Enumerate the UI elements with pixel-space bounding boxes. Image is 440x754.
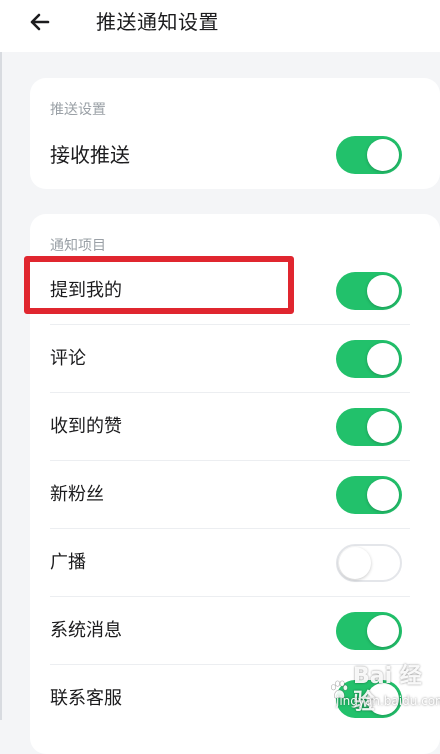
system-messages-toggle[interactable] — [336, 612, 402, 650]
receive-push-toggle[interactable] — [336, 136, 402, 174]
toggle-knob — [367, 411, 399, 443]
row-likes-received[interactable]: 收到的赞 — [30, 393, 440, 461]
broadcast-toggle[interactable] — [336, 544, 402, 582]
row-label: 广播 — [50, 552, 86, 573]
mentions-toggle[interactable] — [336, 272, 402, 310]
toggle-knob — [367, 139, 399, 171]
arrow-left-icon — [30, 13, 50, 31]
screen-left-edge — [0, 0, 2, 720]
row-comments[interactable]: 评论 — [30, 325, 440, 393]
top-bar: 推送通知设置 — [0, 0, 440, 52]
push-settings-card: 推送设置 接收推送 — [30, 78, 440, 189]
section-label-notification-items: 通知项目 — [50, 238, 106, 254]
comments-toggle[interactable] — [336, 340, 402, 378]
section-label-push-settings: 推送设置 — [50, 102, 106, 118]
toggle-knob — [367, 615, 399, 647]
row-receive-push[interactable]: 接收推送 — [30, 121, 440, 189]
row-label: 评论 — [50, 348, 86, 369]
new-followers-toggle[interactable] — [336, 476, 402, 514]
row-label: 联系客服 — [50, 688, 122, 709]
row-label: 新粉丝 — [50, 484, 104, 505]
row-new-followers[interactable]: 新粉丝 — [30, 461, 440, 529]
row-system-messages[interactable]: 系统消息 — [30, 597, 440, 665]
row-label: 收到的赞 — [50, 416, 122, 437]
row-broadcast[interactable]: 广播 — [30, 529, 440, 597]
notification-items-card: 通知项目 提到我的 评论 收到的赞 新粉丝 广播 系统消息 联系客服 — [30, 214, 440, 754]
page-title: 推送通知设置 — [96, 10, 219, 34]
row-mentions[interactable]: 提到我的 — [30, 257, 440, 325]
contact-support-toggle[interactable] — [336, 680, 402, 718]
row-label: 提到我的 — [50, 280, 122, 301]
toggle-knob — [367, 343, 399, 375]
row-label: 接收推送 — [50, 143, 130, 167]
toggle-knob — [367, 683, 399, 715]
row-label: 系统消息 — [50, 620, 122, 641]
likes-received-toggle[interactable] — [336, 408, 402, 446]
row-contact-support[interactable]: 联系客服 — [30, 665, 440, 733]
toggle-knob — [367, 275, 399, 307]
toggle-knob — [339, 547, 371, 579]
toggle-knob — [367, 479, 399, 511]
back-button[interactable] — [26, 8, 54, 36]
